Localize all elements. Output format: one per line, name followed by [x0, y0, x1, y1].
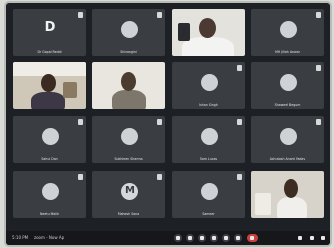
participant-name: Dr Gopal Reddi: [37, 50, 62, 54]
chat-button[interactable]: [308, 234, 316, 242]
meeting-toolbar: 5:10 PM zoom - Now Ap: [6, 231, 330, 245]
mic-off-icon: [316, 65, 321, 71]
present-icon: [224, 236, 228, 240]
participant-name: Mahesh Sona: [117, 212, 140, 216]
participant-tile[interactable]: Shivangini: [92, 9, 165, 56]
avatar: [121, 128, 138, 145]
participant-tile[interactable]: Sukhleen Sharma: [92, 116, 165, 163]
clock-time: 5:10 PM: [12, 235, 29, 240]
mic-off-icon: [157, 12, 162, 18]
participant-initial: M: [125, 185, 135, 196]
mic-off-icon: [316, 12, 321, 18]
participant-name: Shivangini: [120, 50, 137, 54]
people-icon: [298, 236, 302, 240]
participant-tile[interactable]: Ashutosh Anant Yadav: [251, 116, 324, 163]
participant-video-tile[interactable]: [92, 62, 165, 109]
mic-off-icon: [78, 12, 83, 18]
mic-off-icon: [237, 174, 242, 180]
participant-tile[interactable]: Sam Lucas: [172, 116, 245, 163]
participant-name: Sam Lucas: [199, 157, 218, 161]
meeting-code: zoom - Now Ap: [34, 235, 65, 240]
mic-off-icon: [78, 174, 83, 180]
chat-icon: [310, 236, 314, 240]
avatar: [280, 21, 297, 38]
participant-tile[interactable]: D Dr Gopal Reddi: [13, 9, 86, 56]
mic-off-icon: [78, 119, 83, 125]
avatar: [280, 128, 297, 145]
meeting-screen: D Dr Gopal Reddi Shivangini MH Jillah An…: [6, 3, 330, 245]
microphone-icon: [176, 236, 180, 240]
people-button[interactable]: [296, 234, 304, 242]
phone-hangup-icon: [250, 236, 254, 240]
participant-video: [251, 171, 324, 218]
activities-icon: [321, 236, 325, 240]
present-button[interactable]: [222, 234, 230, 242]
participant-tile[interactable]: M Mahesh Sona: [92, 171, 165, 218]
microphone-button[interactable]: [174, 234, 182, 242]
participant-name: Ashutosh Anant Yadav: [269, 157, 306, 161]
camera-icon: [188, 236, 192, 240]
participant-name: MH Jillah Anwar: [275, 50, 300, 54]
participant-tile[interactable]: Neetu Malik: [13, 171, 86, 218]
activities-button[interactable]: [319, 234, 327, 242]
participant-tile[interactable]: MH Jillah Anwar: [251, 9, 324, 56]
mic-off-icon: [316, 119, 321, 125]
participant-tile[interactable]: Sahul Dan: [13, 116, 86, 163]
participant-video-tile[interactable]: [251, 171, 324, 218]
participant-name: Neetu Malik: [40, 212, 59, 216]
mic-off-icon: [237, 65, 242, 71]
captions-button[interactable]: [198, 234, 206, 242]
captions-icon: [200, 236, 204, 240]
mic-off-icon: [157, 174, 162, 180]
mic-off-icon: [157, 119, 162, 125]
participant-tile[interactable]: Ishan Singh: [172, 62, 245, 109]
participant-initial: D: [44, 20, 56, 35]
participant-video-tile[interactable]: [172, 9, 245, 56]
participant-name: Shaweel Begum: [274, 103, 301, 107]
participant-video: [92, 62, 165, 109]
avatar: [201, 128, 218, 145]
avatar: [280, 74, 297, 91]
leave-call-button[interactable]: [247, 234, 258, 242]
participant-video-tile[interactable]: [13, 62, 86, 109]
avatar: [201, 183, 218, 200]
avatar: [42, 128, 59, 145]
camera-button[interactable]: [186, 234, 194, 242]
hand-icon: [212, 236, 216, 240]
participant-video: [13, 62, 86, 109]
avatar: [201, 74, 218, 91]
avatar: [121, 21, 138, 38]
raise-hand-button[interactable]: [210, 234, 218, 242]
more-options-button[interactable]: [234, 234, 242, 242]
participant-name: Sahul Dan: [41, 157, 58, 161]
participant-name: Ishan Singh: [199, 103, 218, 107]
avatar: [42, 183, 59, 200]
participant-name: Sameer: [202, 212, 215, 216]
more-icon: [236, 236, 240, 240]
participant-video: [172, 9, 245, 56]
mic-off-icon: [237, 119, 242, 125]
participant-name: Sukhleen Sharma: [114, 157, 143, 161]
participant-tile[interactable]: Sameer: [172, 171, 245, 218]
participant-tile[interactable]: Shaweel Begum: [251, 62, 324, 109]
